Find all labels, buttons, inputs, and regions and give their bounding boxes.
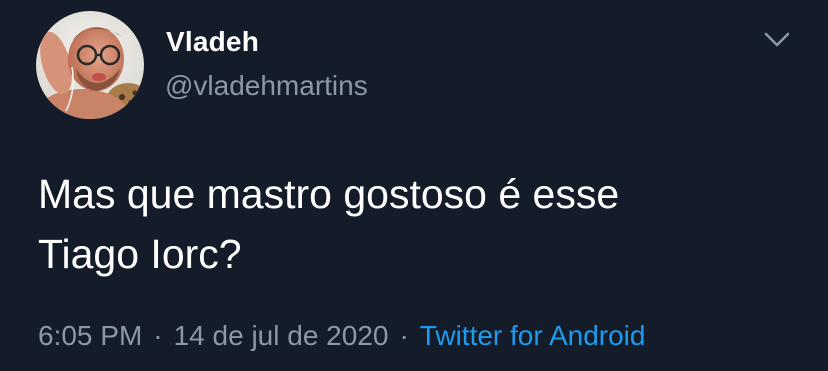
tweet-source-link[interactable]: Twitter for Android [420, 320, 646, 351]
avatar-image [36, 11, 144, 119]
avatar[interactable] [36, 11, 144, 119]
tweet-time[interactable]: 6:05 PM [38, 320, 142, 351]
tweet-metadata: 6:05 PM · 14 de jul de 2020 · Twitter for An… [38, 320, 645, 352]
user-handle[interactable]: @vladehmartins [165, 70, 368, 102]
separator: · [153, 320, 163, 351]
tweet-text: Mas que mastro gostoso é esse Tiago Iorc… [38, 171, 620, 277]
separator: · [399, 320, 409, 351]
tweet-card: Vladeh @vladehmartins Mas que mastro gos… [0, 0, 828, 371]
display-name[interactable]: Vladeh [166, 26, 259, 58]
tweet-date[interactable]: 14 de jul de 2020 [174, 320, 389, 351]
chevron-down-icon[interactable] [760, 26, 794, 52]
